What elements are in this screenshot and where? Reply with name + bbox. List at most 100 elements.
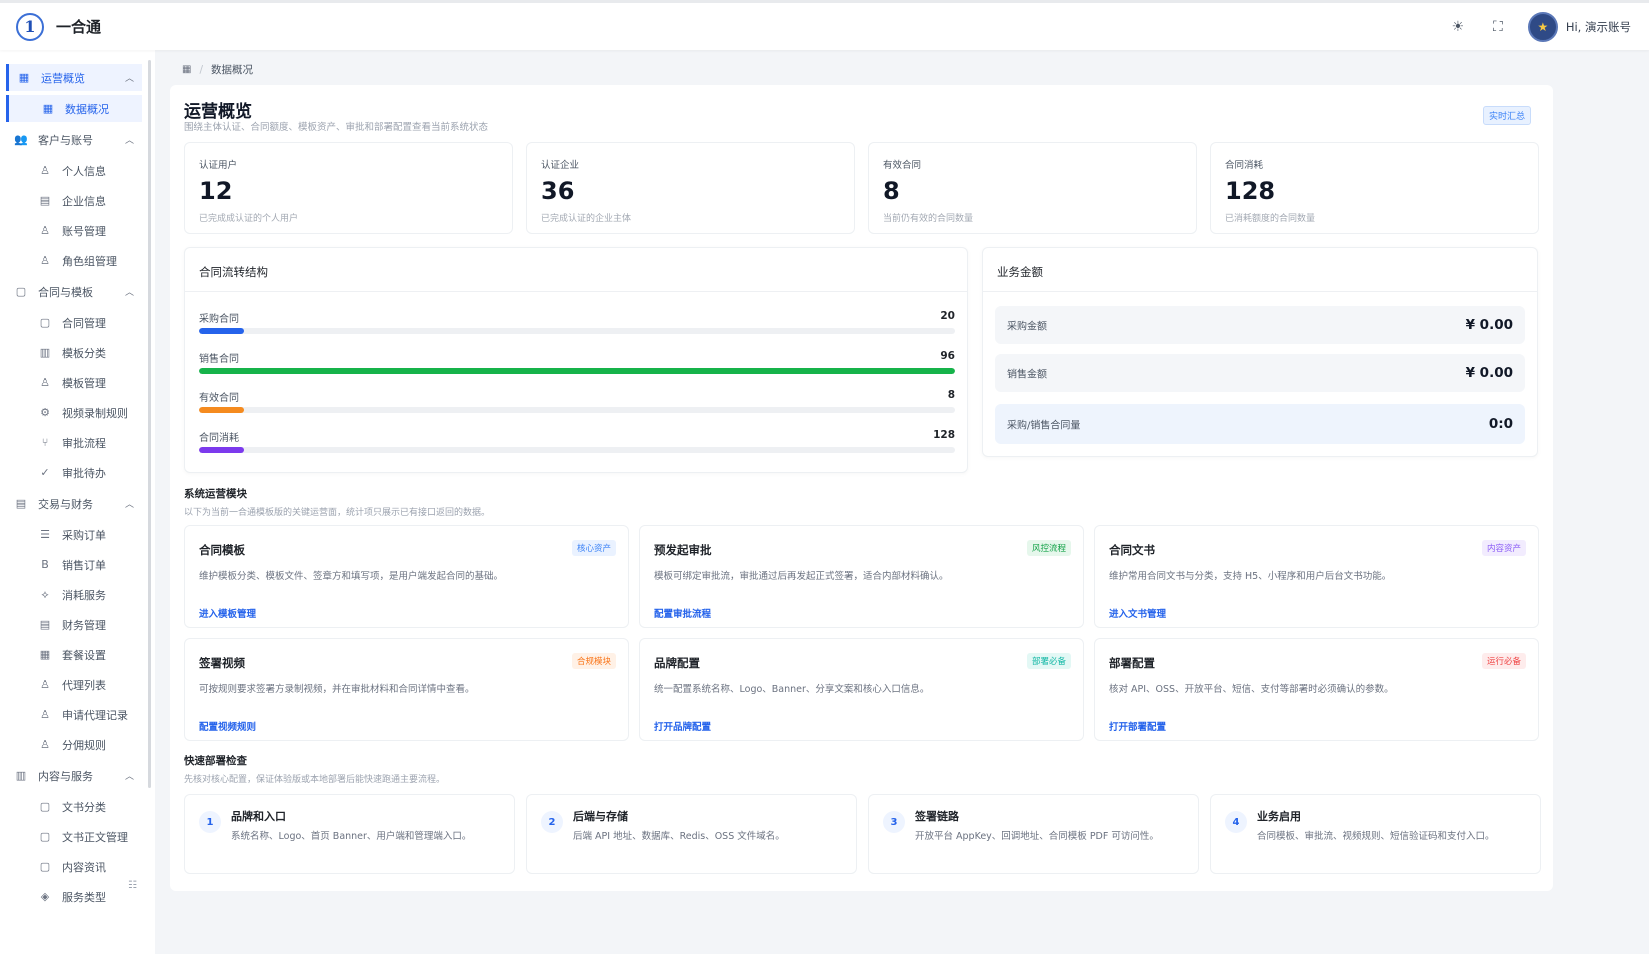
sidebar-item-label: 采购订单 [62,528,106,542]
document-icon: ▢ [39,860,51,873]
breadcrumb-current: 数据概况 [211,64,253,76]
module-card: 品牌配置 部署必备 统一配置系统名称、Logo、Banner、分享文案和核心入口信息… [639,638,1084,741]
flow-value: 128 [933,429,955,441]
user-greeting[interactable]: Hi, 演示账号 [1566,19,1631,35]
sidebar-item-label: 套餐设置 [62,648,106,662]
top-header: 1 一合通 ☀ ⛶ ★ Hi, 演示账号 [0,0,1649,50]
sidebar-group-2[interactable]: ▢ 合同与模板 ︿ [6,278,142,305]
sidebar-group-3[interactable]: ▤ 交易与财务 ︿ [6,490,142,517]
users-icon: ♙ [40,708,50,721]
module-link[interactable]: 打开品牌配置 [654,719,711,733]
amount-label: 采购/销售合同量 [1007,420,1081,432]
chevron-up-icon[interactable]: ︿ [125,497,134,510]
sidebar-item[interactable]: ◈ 服务类型 [6,883,142,910]
module-tag: 部署必备 [1026,653,1071,669]
sidebar-item[interactable]: ♙ 申请代理记录 [6,701,142,728]
sidebar-item-label: 内容资讯 [62,860,106,874]
sidebar-item-label: 审批待办 [62,466,106,480]
sidebar-item[interactable]: ▤ 财务管理 [6,611,142,638]
sidebar-item[interactable]: B 销售订单 [6,551,142,578]
check-desc: 合同模板、审批流、视频规则、短信验证码和支付入口。 [1257,831,1495,842]
sidebar-item[interactable]: ♙ 模板管理 [6,369,142,396]
sidebar-item[interactable]: ⟡ 消耗服务 [6,581,142,608]
sidebar-item[interactable]: ▥ 模板分类 [6,339,142,366]
users-icon: ♙ [40,254,50,267]
sidebar-item[interactable]: ▤ 企业信息 [6,187,142,214]
chevron-up-icon[interactable]: ︿ [125,71,134,84]
progress-track [199,407,955,413]
stat-value: 128 [1225,177,1276,205]
sidebar-item[interactable]: ♙ 代理列表 [6,671,142,698]
branch-icon: ⑂ [41,436,49,449]
book-icon: ▥ [15,769,27,782]
sidebar-group-0[interactable]: ▦ 运营概览 ︿ [6,64,142,91]
sidebar-item[interactable]: ♙ 角色组管理 [6,247,142,274]
list-icon: ☰ [40,528,50,541]
module-link[interactable]: 进入模板管理 [199,606,256,620]
sidebar-item-label: 销售订单 [62,558,106,572]
check-title: 业务启用 [1257,810,1301,823]
module-link[interactable]: 配置审批流程 [654,606,711,620]
sidebar-group-label: 运营概览 [41,71,85,85]
module-desc: 核对 API、OSS、开放平台、短信、支付等部署时必须确认的参数。 [1109,684,1394,695]
sidebar-item[interactable]: ▢ 合同管理 [6,309,142,336]
users-icon: ♙ [40,678,50,691]
app-logo[interactable]: 1 [16,12,44,41]
sidebar-item[interactable]: ▢ 文书分类 [6,793,142,820]
chevron-up-icon[interactable]: ︿ [125,285,134,298]
sidebar-item[interactable]: ♙ 个人信息 [6,157,142,184]
app-title: 一合通 [56,18,102,36]
chevron-up-icon[interactable]: ︿ [125,769,134,782]
sidebar-item-label: 文书分类 [62,800,106,814]
breadcrumb-separator: / [199,63,203,76]
module-link[interactable]: 配置视频规则 [199,719,256,733]
fullscreen-icon[interactable]: ⛶ [1488,17,1508,37]
document-icon: ▢ [15,285,27,298]
service-icon: ⟡ [41,587,49,601]
sidebar-item-label: 分佣规则 [62,738,106,752]
sidebar-group-1[interactable]: 👥 客户与账号 ︿ [6,126,142,153]
document-icon: ▢ [39,830,51,843]
home-grid-icon[interactable]: ▦ [182,64,191,75]
sidebar-item-label: 审批流程 [62,436,106,450]
sidebar-item[interactable]: ▢ 文书正文管理 [6,823,142,850]
avatar[interactable]: ★ [1527,11,1558,42]
progress-track [199,447,955,453]
flow-row: 有效合同 8 [199,389,955,415]
stat-card-valid-contracts: 有效合同 8 当前仍有效的合同数量 [868,142,1197,234]
flow-label: 销售合同 [199,354,239,365]
table-icon: ▤ [39,618,51,631]
sidebar-item-label: 企业信息 [62,194,106,208]
header-actions: ☀ ⛶ ★ Hi, 演示账号 [1448,3,1631,50]
sidebar-item[interactable]: ⚙ 视频录制规则 [6,399,142,426]
check-circle-icon: ✓ [40,466,50,479]
panel-divider [185,291,967,292]
theme-toggle-icon[interactable]: ☀ [1448,17,1468,37]
sidebar-item[interactable]: ♙ 分佣规则 [6,731,142,758]
module-title: 合同模板 [199,543,245,557]
building-icon: ▤ [39,194,51,207]
sidebar-item-label: 财务管理 [62,618,106,632]
chevron-up-icon[interactable]: ︿ [125,133,134,146]
user-icon: ♙ [40,164,50,177]
flow-value: 20 [940,310,955,322]
module-title: 签署视频 [199,656,245,670]
check-card: 4 业务启用 合同模板、审批流、视频规则、短信验证码和支付入口。 [1210,794,1541,874]
sidebar-item[interactable]: ⑂ 审批流程 [6,429,142,456]
sidebar-item[interactable]: ✓ 审批待办 [6,459,142,486]
sidebar-item[interactable]: ▢ 内容资讯 [6,853,142,880]
check-desc: 开放平台 AppKey、回调地址、合同模板 PDF 可访问性。 [915,831,1159,842]
modules-section-title: 系统运营模块 [184,488,247,500]
step-number: 3 [883,811,905,833]
module-card: 签署视频 合规模块 可按规则要求签署方录制视频，并在审批材料和合同详情中查看。 配置视… [184,638,629,741]
module-link[interactable]: 打开部署配置 [1109,719,1166,733]
sidebar-item[interactable]: ☰ 采购订单 [6,521,142,548]
sidebar-item[interactable]: ♙ 账号管理 [6,217,142,244]
module-link[interactable]: 进入文书管理 [1109,606,1166,620]
sidebar-item[interactable]: ▦ 数据概况 [6,95,142,122]
sidebar-group-4[interactable]: ▥ 内容与服务 ︿ [6,762,142,789]
sidebar-item[interactable]: ▦ 套餐设置 [6,641,142,668]
sidebar-group-label: 交易与财务 [38,497,93,511]
module-desc: 可按规则要求签署方录制视频，并在审批材料和合同详情中查看。 [199,684,475,695]
sidebar-scrollbar[interactable] [148,60,151,788]
